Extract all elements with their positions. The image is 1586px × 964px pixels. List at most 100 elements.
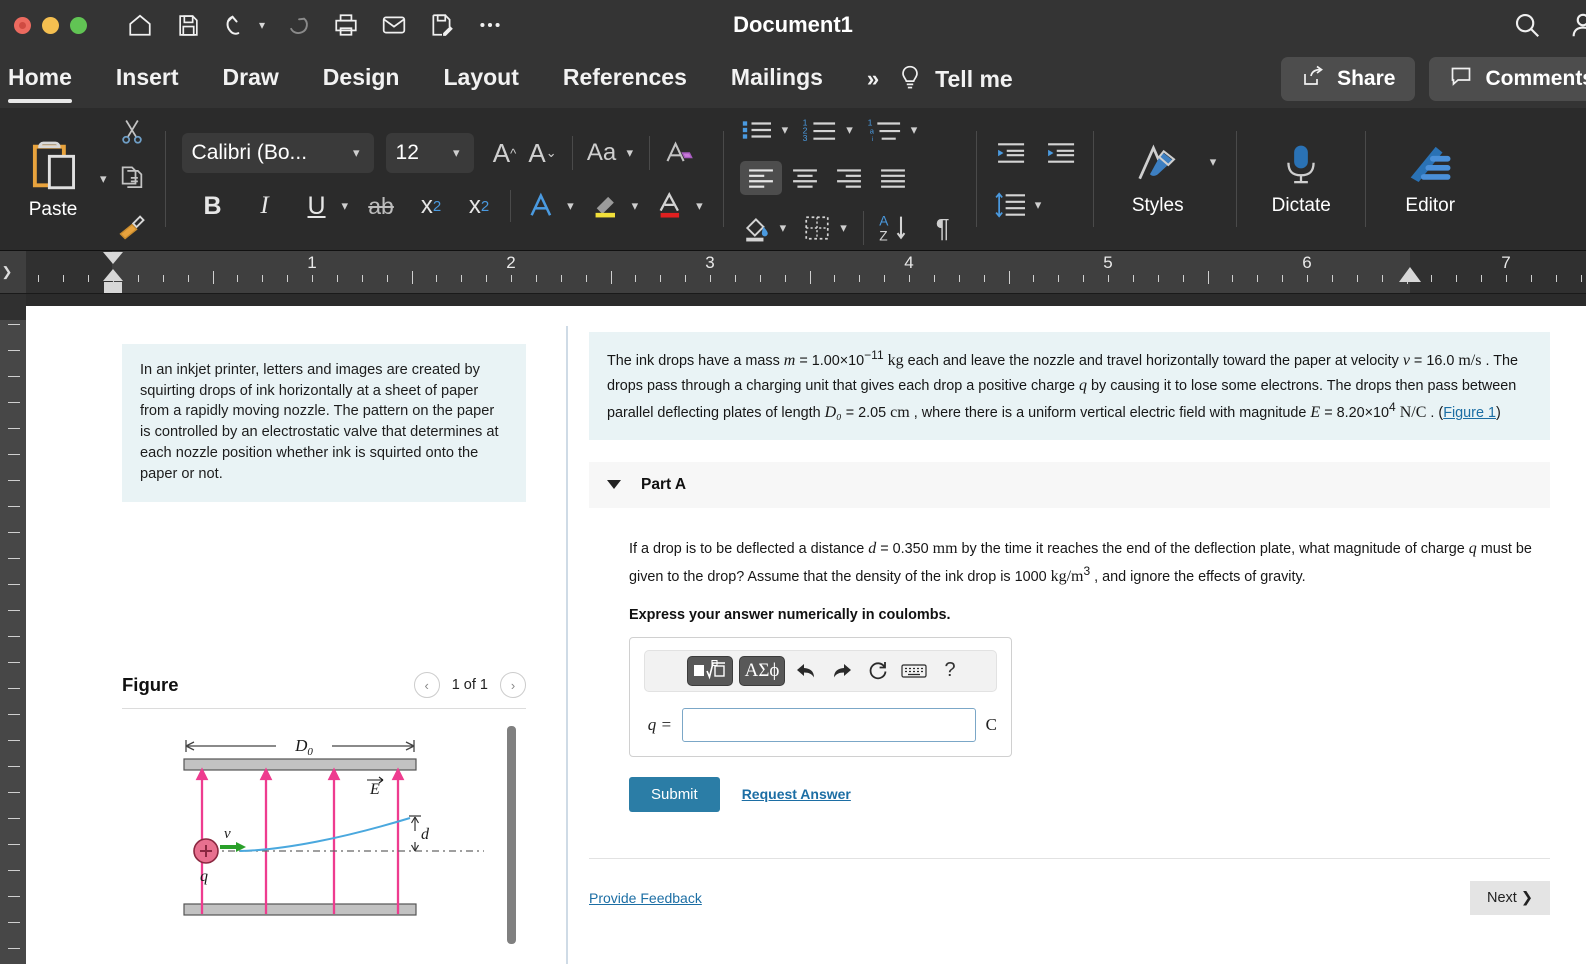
font-color-icon[interactable] xyxy=(654,187,688,225)
request-answer-link[interactable]: Request Answer xyxy=(742,786,851,802)
greek-symbols-icon[interactable]: ΑΣϕ xyxy=(739,655,785,686)
lightbulb-icon[interactable] xyxy=(897,64,923,94)
borders-icon[interactable] xyxy=(800,209,834,247)
comments-button[interactable]: Comments xyxy=(1429,57,1586,101)
justify-icon[interactable] xyxy=(872,161,914,195)
minimize-window-button[interactable] xyxy=(42,16,59,34)
figure-scrollbar[interactable] xyxy=(507,726,516,944)
undo-icon[interactable] xyxy=(221,10,251,40)
sort-icon[interactable]: A Z xyxy=(876,209,910,247)
paste-button[interactable]: Paste xyxy=(10,137,96,221)
ruler-left-handle-icon[interactable]: ❯ xyxy=(0,251,14,293)
align-right-icon[interactable] xyxy=(828,161,870,195)
styles-dropdown-icon[interactable]: ▾ xyxy=(1206,154,1221,170)
chevron-down-icon[interactable]: ▾ xyxy=(563,198,578,214)
chevron-down-icon[interactable]: ▾ xyxy=(907,122,922,138)
document-page[interactable]: In an inkjet printer, letters and images… xyxy=(26,306,1586,964)
text-effects-icon[interactable] xyxy=(525,187,559,225)
maximize-window-button[interactable] xyxy=(70,16,87,34)
keyboard-icon[interactable] xyxy=(899,656,929,686)
shading-icon[interactable] xyxy=(740,209,774,247)
tab-home[interactable]: Home xyxy=(8,64,72,103)
underline-icon[interactable]: U xyxy=(300,187,334,225)
horizontal-ruler[interactable]: ❯ 1234567 xyxy=(0,250,1586,294)
chevron-down-icon[interactable]: ▾ xyxy=(692,198,707,214)
decrease-indent-icon[interactable] xyxy=(993,134,1027,172)
align-left-icon[interactable] xyxy=(739,161,782,195)
chevron-down-icon[interactable]: ▾ xyxy=(778,122,793,138)
bullets-icon[interactable] xyxy=(740,111,776,149)
tab-references[interactable]: References xyxy=(563,64,687,95)
chevron-down-icon[interactable]: ▾ xyxy=(623,145,638,161)
figure-1-link[interactable]: Figure 1 xyxy=(1443,405,1496,421)
chevron-down-icon[interactable]: ▾ xyxy=(776,220,791,236)
numbering-icon[interactable]: 1 2 3 xyxy=(802,111,840,149)
align-center-icon[interactable] xyxy=(784,161,826,195)
search-icon[interactable] xyxy=(1512,10,1542,40)
shrink-font-icon[interactable]: A ⌄ xyxy=(526,134,560,172)
redo-icon[interactable] xyxy=(283,10,313,40)
tab-insert[interactable]: Insert xyxy=(116,64,179,95)
figure-next-button[interactable]: › xyxy=(500,672,526,698)
chevron-down-icon[interactable]: ▾ xyxy=(628,198,643,214)
mail-icon[interactable] xyxy=(379,10,409,40)
show-marks-icon[interactable]: ¶ xyxy=(926,209,960,247)
account-icon[interactable] xyxy=(1568,10,1586,40)
reset-icon[interactable] xyxy=(863,656,893,686)
provide-feedback-link[interactable]: Provide Feedback xyxy=(589,890,702,906)
print-icon[interactable] xyxy=(331,10,361,40)
more-options-icon[interactable] xyxy=(475,10,505,40)
figure-prev-button[interactable]: ‹ xyxy=(413,672,440,698)
redo-icon[interactable] xyxy=(827,656,857,686)
format-painter-icon[interactable] xyxy=(115,208,149,246)
increase-indent-icon[interactable] xyxy=(1043,134,1077,172)
copy-icon[interactable] xyxy=(115,160,149,198)
home-icon[interactable] xyxy=(125,10,155,40)
right-indent-marker[interactable] xyxy=(1399,267,1421,282)
submit-button[interactable]: Submit xyxy=(629,776,720,812)
next-button[interactable]: Next ❯ xyxy=(1469,880,1550,915)
font-size-selector[interactable]: 12 ▾ xyxy=(385,133,474,173)
chevron-down-icon[interactable]: ▾ xyxy=(842,122,857,138)
strikethrough-icon[interactable]: ab xyxy=(364,187,398,225)
superscript-icon[interactable]: x2 xyxy=(462,187,496,225)
styles-button[interactable]: Styles xyxy=(1110,108,1206,250)
subscript-icon[interactable]: x2 xyxy=(414,187,448,225)
save-icon[interactable] xyxy=(173,10,203,40)
italic-icon[interactable]: I xyxy=(248,187,282,225)
tab-draw[interactable]: Draw xyxy=(223,64,279,95)
tab-mailings[interactable]: Mailings xyxy=(731,64,823,95)
tell-me-button[interactable]: Tell me xyxy=(935,66,1013,93)
paste-dropdown-icon[interactable]: ▾ xyxy=(96,171,111,187)
part-a-header[interactable]: Part A xyxy=(589,461,1550,508)
answer-input[interactable] xyxy=(682,707,976,742)
highlight-icon[interactable] xyxy=(590,187,624,225)
bold-icon[interactable]: B xyxy=(196,187,230,225)
left-indent-marker[interactable] xyxy=(104,282,122,293)
font-name-selector[interactable]: Calibri (Bo... ▾ xyxy=(181,133,374,173)
editor-button[interactable]: Editor xyxy=(1382,108,1478,250)
save-as-icon[interactable] xyxy=(427,10,457,40)
dictate-button[interactable]: Dictate xyxy=(1253,108,1349,250)
share-button[interactable]: Share xyxy=(1281,57,1416,101)
math-template-icon[interactable] xyxy=(687,655,733,686)
grow-font-icon[interactable]: A ^ xyxy=(488,134,522,172)
cut-icon[interactable] xyxy=(115,112,149,150)
tab-design[interactable]: Design xyxy=(323,64,400,95)
chevron-down-icon[interactable]: ▾ xyxy=(1031,197,1046,213)
help-icon[interactable]: ? xyxy=(935,656,965,686)
undo-icon[interactable] xyxy=(791,656,821,686)
underline-dropdown-icon[interactable]: ▾ xyxy=(338,198,353,214)
more-tabs-icon[interactable]: » xyxy=(867,66,879,92)
undo-dropdown-icon[interactable]: ▾ xyxy=(259,18,265,32)
change-case-icon[interactable]: Aa xyxy=(585,134,619,172)
line-spacing-icon[interactable] xyxy=(993,186,1029,224)
first-line-indent-marker[interactable] xyxy=(103,252,123,264)
hanging-indent-marker[interactable] xyxy=(103,269,123,281)
clear-formatting-icon[interactable] xyxy=(662,134,696,172)
vertical-ruler[interactable] xyxy=(0,294,26,964)
close-window-button[interactable] xyxy=(14,16,31,34)
collapse-triangle-icon[interactable] xyxy=(607,480,621,490)
chevron-down-icon[interactable]: ▾ xyxy=(836,220,851,236)
multilevel-list-icon[interactable]: 1 a i xyxy=(867,111,905,149)
